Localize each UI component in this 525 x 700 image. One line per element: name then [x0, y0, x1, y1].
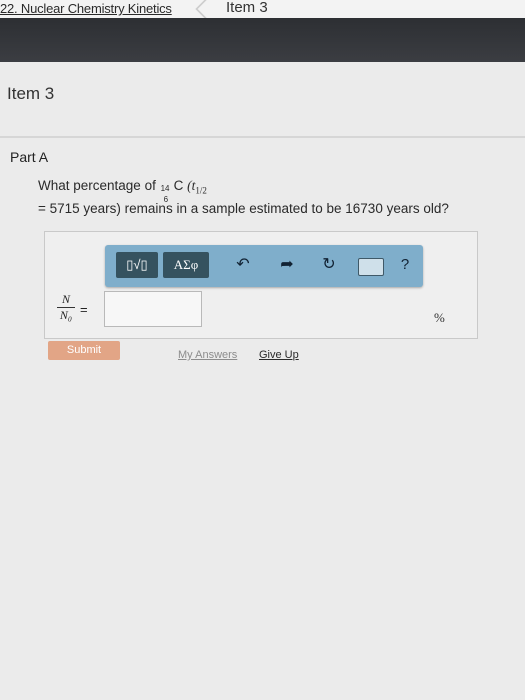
equals-sign: =: [80, 302, 88, 317]
my-answers-link[interactable]: My Answers: [178, 349, 237, 361]
item-title: Item 3: [7, 84, 55, 103]
question-prefix: What percentage of: [38, 178, 156, 193]
part-title: Part A: [10, 149, 49, 165]
breadcrumb-course-link[interactable]: 22. Nuclear Chemistry Kinetics: [0, 1, 172, 16]
halflife-subscript: 1/2: [195, 185, 207, 196]
main-content: [0, 62, 525, 700]
symbols-button[interactable]: ΑΣφ: [163, 252, 209, 278]
divider: [0, 136, 525, 138]
isotope-atomic-number: 6: [163, 194, 169, 204]
isotope-symbol: C: [173, 178, 184, 193]
submit-button[interactable]: Submit: [48, 341, 120, 360]
unit-label: %: [434, 310, 445, 325]
give-up-link[interactable]: Give Up: [259, 349, 299, 361]
answer-input[interactable]: [104, 291, 202, 327]
fraction-label: N N₀: [57, 292, 75, 323]
breadcrumb-current-item: Item 3: [226, 0, 268, 16]
keyboard-icon[interactable]: [358, 258, 384, 276]
breadcrumb: 22. Nuclear Chemistry Kinetics Item 3: [0, 0, 525, 18]
math-toolbar: ▯√▯ ΑΣφ ↶ ➦ ↻ ?: [105, 245, 423, 287]
question-text: What percentage of 14 6 C (t1/2 = 5715 y…: [38, 177, 449, 218]
halflife-symbol: (t1/2: [187, 178, 207, 196]
templates-button[interactable]: ▯√▯: [116, 252, 158, 278]
breadcrumb-separator-icon: [192, 0, 210, 18]
isotope-notation: 14 6: [160, 182, 174, 204]
undo-icon[interactable]: ↶: [233, 255, 253, 275]
fraction-denominator: N₀: [59, 308, 73, 322]
question-line2: = 5715 years) remains in a sample estima…: [38, 200, 449, 216]
header-band: [0, 18, 525, 62]
reset-icon[interactable]: ↻: [319, 255, 339, 275]
fraction-numerator: N: [57, 292, 75, 308]
help-icon[interactable]: ?: [395, 255, 415, 275]
redo-icon[interactable]: ➦: [277, 255, 297, 275]
